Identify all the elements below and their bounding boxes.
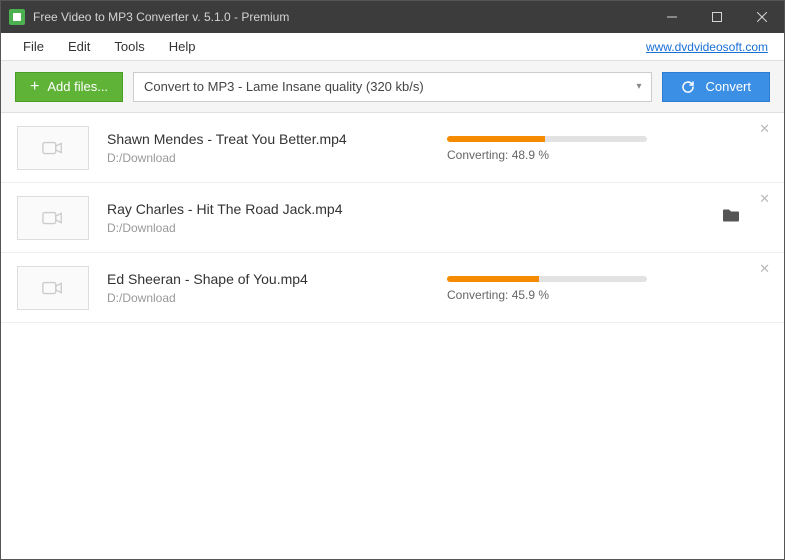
minimize-button[interactable] bbox=[649, 1, 694, 33]
menu-edit[interactable]: Edit bbox=[56, 35, 102, 58]
camera-icon bbox=[42, 279, 64, 297]
plus-icon: + bbox=[30, 78, 39, 96]
status-text: Converting: 48.9 % bbox=[447, 148, 768, 162]
menu-help[interactable]: Help bbox=[157, 35, 208, 58]
folder-icon bbox=[722, 208, 740, 222]
file-name: Shawn Mendes - Treat You Better.mp4 bbox=[107, 131, 447, 147]
window-title: Free Video to MP3 Converter v. 5.1.0 - P… bbox=[33, 10, 649, 24]
progress-area: Converting: 48.9 % bbox=[447, 134, 768, 162]
file-name: Ray Charles - Hit The Road Jack.mp4 bbox=[107, 201, 447, 217]
remove-item-button[interactable]: ✕ bbox=[759, 261, 770, 277]
video-thumbnail bbox=[17, 126, 89, 170]
file-path: D:/Download bbox=[107, 151, 447, 165]
video-thumbnail bbox=[17, 266, 89, 310]
menubar: File Edit Tools Help www.dvdvideosoft.co… bbox=[1, 33, 784, 61]
convert-button[interactable]: Convert bbox=[662, 72, 770, 102]
close-button[interactable] bbox=[739, 1, 784, 33]
app-icon bbox=[9, 9, 25, 25]
menu-tools[interactable]: Tools bbox=[102, 35, 156, 58]
convert-label: Convert bbox=[705, 79, 751, 94]
status-text: Converting: 45.9 % bbox=[447, 288, 768, 302]
preset-dropdown[interactable]: Convert to MP3 - Lame Insane quality (32… bbox=[133, 72, 652, 102]
list-item[interactable]: Ray Charles - Hit The Road Jack.mp4 D:/D… bbox=[1, 183, 784, 253]
video-thumbnail bbox=[17, 196, 89, 240]
menu-file[interactable]: File bbox=[11, 35, 56, 58]
maximize-button[interactable] bbox=[694, 1, 739, 33]
add-files-button[interactable]: + Add files... bbox=[15, 72, 123, 102]
progress-bar bbox=[447, 136, 647, 142]
remove-item-button[interactable]: ✕ bbox=[759, 191, 770, 207]
list-item[interactable]: Ed Sheeran - Shape of You.mp4 D:/Downloa… bbox=[1, 253, 784, 323]
vendor-link[interactable]: www.dvdvideosoft.com bbox=[646, 40, 774, 54]
file-name: Ed Sheeran - Shape of You.mp4 bbox=[107, 271, 447, 287]
progress-fill bbox=[447, 276, 539, 282]
progress-bar bbox=[447, 276, 647, 282]
titlebar: Free Video to MP3 Converter v. 5.1.0 - P… bbox=[1, 1, 784, 33]
chevron-down-icon: ▾ bbox=[636, 81, 641, 92]
toolbar: + Add files... Convert to MP3 - Lame Ins… bbox=[1, 61, 784, 113]
list-item[interactable]: Shawn Mendes - Treat You Better.mp4 D:/D… bbox=[1, 113, 784, 183]
camera-icon bbox=[42, 209, 64, 227]
remove-item-button[interactable]: ✕ bbox=[759, 121, 770, 137]
file-path: D:/Download bbox=[107, 291, 447, 305]
file-info: Shawn Mendes - Treat You Better.mp4 D:/D… bbox=[107, 131, 447, 165]
progress-area: Converting: 45.9 % bbox=[447, 274, 768, 302]
progress-fill bbox=[447, 136, 545, 142]
add-files-label: Add files... bbox=[47, 79, 108, 94]
file-list: Shawn Mendes - Treat You Better.mp4 D:/D… bbox=[1, 113, 784, 323]
preset-label: Convert to MP3 - Lame Insane quality (32… bbox=[144, 79, 424, 94]
file-info: Ray Charles - Hit The Road Jack.mp4 D:/D… bbox=[107, 201, 447, 235]
file-info: Ed Sheeran - Shape of You.mp4 D:/Downloa… bbox=[107, 271, 447, 305]
camera-icon bbox=[42, 139, 64, 157]
refresh-icon bbox=[681, 80, 695, 94]
file-path: D:/Download bbox=[107, 221, 447, 235]
open-folder-button[interactable] bbox=[722, 208, 740, 227]
